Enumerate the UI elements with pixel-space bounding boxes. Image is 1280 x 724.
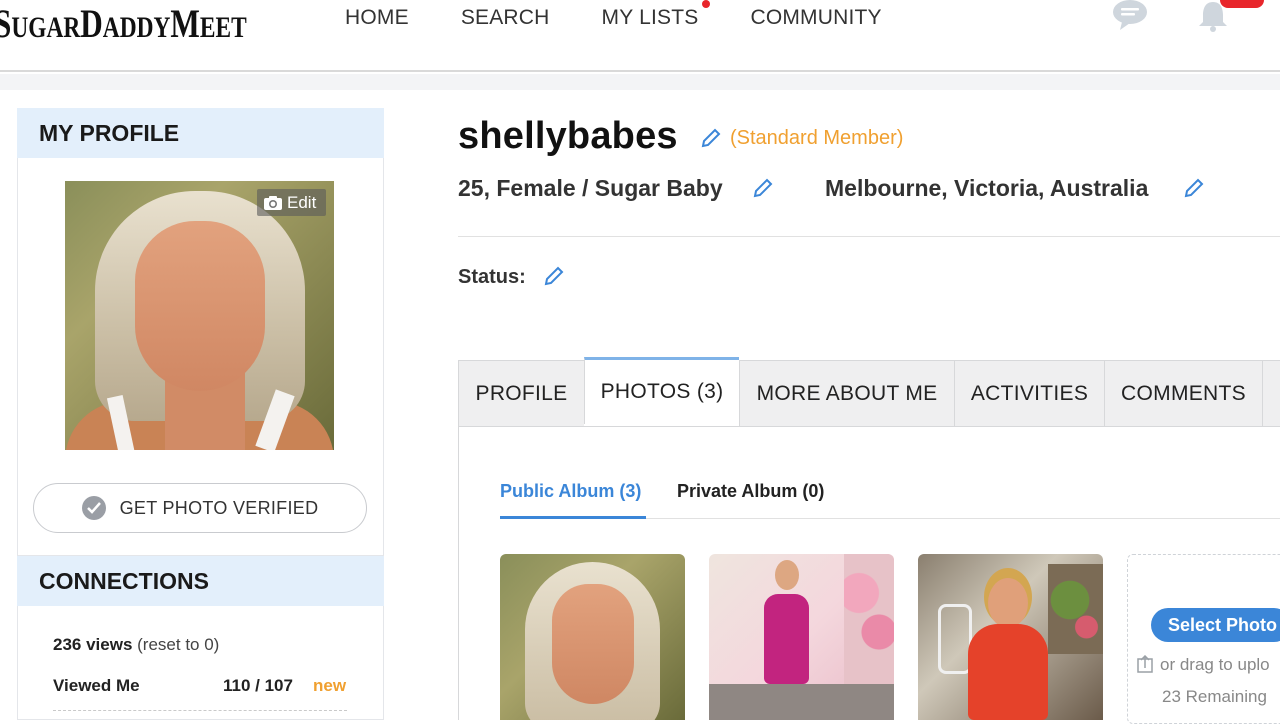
edit-location-pencil-icon[interactable] — [1183, 177, 1205, 199]
tab-profile[interactable]: PROFILE — [458, 360, 584, 427]
tab-activities[interactable]: ACTIVITIES — [954, 360, 1104, 427]
top-navigation-bar: SUGARDADDYMEET HOME SEARCH MY LISTS COMM… — [0, 0, 1280, 72]
reset-views-link[interactable]: (reset to 0) — [137, 635, 219, 654]
edit-photo-button[interactable]: Edit — [257, 189, 326, 216]
tab-comments[interactable]: COMMENTS — [1104, 360, 1262, 427]
status-label: Status: — [458, 266, 526, 288]
views-row: 236 views (reset to 0) — [53, 635, 219, 655]
tab-overflow[interactable] — [1262, 360, 1280, 427]
camera-icon — [264, 195, 282, 210]
verify-label: GET PHOTO VERIFIED — [119, 497, 319, 518]
profile-details: 25, Female / Sugar Baby — [458, 175, 723, 201]
edit-photo-label: Edit — [287, 192, 317, 212]
profile-avatar[interactable] — [65, 181, 334, 450]
upload-icon — [1137, 654, 1153, 673]
main-nav: HOME SEARCH MY LISTS COMMUNITY — [345, 0, 934, 30]
public-album-tab[interactable]: Public Album (3) — [500, 481, 641, 502]
private-album-tab[interactable]: Private Album (0) — [677, 481, 824, 502]
active-album-indicator — [500, 516, 646, 519]
connections-heading: CONNECTIONS — [17, 556, 384, 606]
album-photo[interactable] — [918, 554, 1103, 720]
membership-badge: (Standard Member) — [730, 127, 904, 149]
nav-community[interactable]: COMMUNITY — [750, 6, 881, 30]
divider — [53, 710, 347, 711]
drag-upload-text: or drag to uplo — [1160, 655, 1270, 674]
drag-upload-hint: or drag to uplo — [1136, 654, 1270, 675]
nav-home[interactable]: HOME — [345, 6, 409, 30]
profile-tabs: PROFILE PHOTOS (3) MORE ABOUT ME ACTIVIT… — [458, 357, 1280, 427]
get-photo-verified-button[interactable]: GET PHOTO VERIFIED — [33, 483, 367, 533]
viewed-me-new-badge: new — [313, 676, 347, 695]
my-profile-heading: MY PROFILE — [17, 108, 384, 158]
remaining-uploads: 23 Remaining — [1162, 687, 1267, 706]
page-background-strip — [0, 74, 1280, 90]
profile-location: Melbourne, Victoria, Australia — [825, 175, 1149, 201]
viewed-me-count: 110 / 107 — [223, 676, 293, 695]
edit-status-pencil-icon[interactable] — [543, 265, 565, 287]
edit-username-pencil-icon[interactable] — [700, 127, 722, 149]
select-photo-button[interactable]: Select Photo — [1151, 608, 1280, 642]
tab-photos[interactable]: PHOTOS (3) — [584, 357, 739, 424]
checkmark-icon — [81, 496, 106, 520]
views-count: 236 views — [53, 635, 133, 654]
album-photo[interactable] — [709, 554, 894, 720]
site-logo[interactable]: SUGARDADDYMEET — [0, 0, 247, 47]
edit-details-pencil-icon[interactable] — [752, 177, 774, 199]
viewed-me-row[interactable]: Viewed Me 110 / 107 new — [53, 676, 353, 696]
notification-dot — [702, 0, 711, 8]
divider — [458, 236, 1280, 237]
album-photo[interactable] — [500, 554, 685, 720]
nav-search[interactable]: SEARCH — [461, 6, 550, 30]
profile-username: shellybabes — [458, 115, 678, 157]
nav-my-lists[interactable]: MY LISTS — [601, 0, 711, 30]
viewed-me-label: Viewed Me — [53, 676, 140, 695]
nav-my-lists-label: MY LISTS — [601, 6, 699, 29]
tab-more-about-me[interactable]: MORE ABOUT ME — [739, 360, 954, 427]
chat-icon[interactable] — [1112, 0, 1148, 30]
notification-badge — [1220, 0, 1264, 8]
connections-card — [17, 606, 384, 720]
